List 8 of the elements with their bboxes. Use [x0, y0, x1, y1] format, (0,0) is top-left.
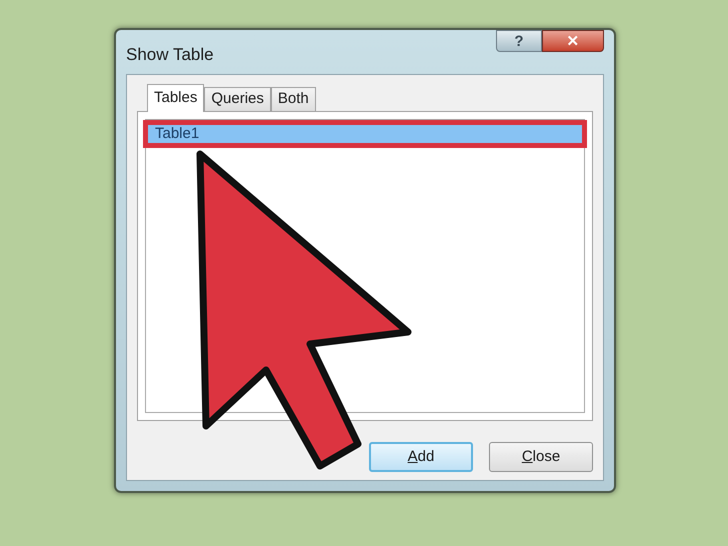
window-title: Show Table: [126, 44, 214, 66]
dialog-button[interactable]: Close: [489, 442, 593, 472]
list-item[interactable]: Table1: [143, 120, 587, 148]
tab[interactable]: Tables: [147, 84, 204, 112]
dialog-button[interactable]: Add: [369, 442, 473, 472]
help-button[interactable]: ?: [496, 30, 542, 52]
tab[interactable]: Queries: [204, 87, 271, 111]
tab[interactable]: Both: [270, 87, 316, 111]
